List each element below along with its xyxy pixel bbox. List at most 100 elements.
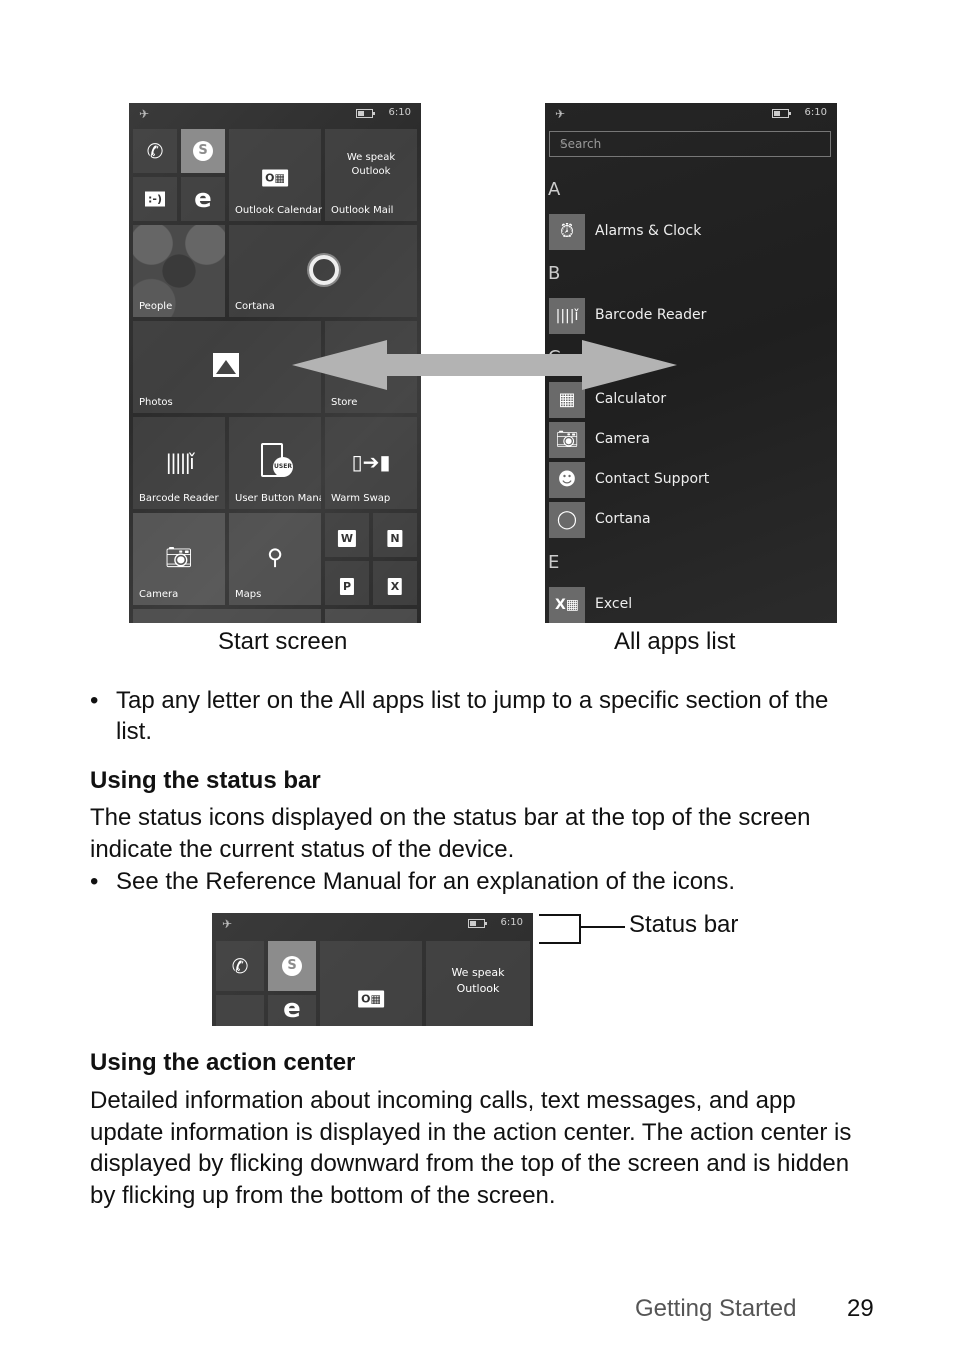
tile-label: Maps bbox=[235, 589, 262, 600]
warm-swap-icon: ▯➔▮ bbox=[351, 449, 391, 474]
tile-message: We speak Outlook bbox=[346, 152, 396, 177]
tile-label: User Button Mana bbox=[235, 493, 321, 504]
tile-label: Warm Swap bbox=[331, 493, 391, 504]
tile-label: Outlook Mail bbox=[331, 205, 394, 216]
status-bar: ✈ 6:10 bbox=[129, 103, 421, 125]
tile-outlook-mail[interactable]: We speak Outlook Outlook Mail bbox=[325, 129, 417, 221]
user-badge: USER bbox=[273, 457, 293, 477]
caption-start-screen: Start screen bbox=[218, 628, 348, 655]
tile-maps[interactable]: ⚲ Maps bbox=[229, 513, 321, 605]
paragraph-status-bar: The status icons displayed on the status… bbox=[90, 804, 811, 863]
tile-label: Camera bbox=[139, 589, 179, 600]
battery-icon bbox=[468, 919, 487, 928]
excel-icon: X▦ bbox=[549, 587, 585, 623]
tile-user-button-manager[interactable]: USER User Button Mana bbox=[229, 417, 321, 509]
tile-edge[interactable]: e bbox=[181, 177, 225, 221]
app-name: Calculator bbox=[595, 391, 667, 407]
camera-icon: 📷︎ bbox=[549, 422, 585, 458]
status-time: 6:10 bbox=[804, 107, 827, 118]
tile-skype[interactable]: S bbox=[268, 941, 316, 991]
search-icon: ⌕ bbox=[560, 136, 567, 149]
tile-message: We speak Outlook bbox=[451, 966, 505, 995]
app-item[interactable]: ☻ Contact Support bbox=[549, 462, 834, 498]
status-time: 6:10 bbox=[500, 917, 523, 928]
tile-phone[interactable]: ✆ bbox=[216, 941, 264, 991]
app-item[interactable]: X▦ Excel bbox=[549, 587, 834, 623]
barcode-icon: |||||ǐ bbox=[165, 449, 194, 474]
tile-onenote[interactable]: N bbox=[373, 513, 417, 557]
tile-label: Cortana bbox=[235, 301, 275, 312]
tile-label: Barcode Reader bbox=[139, 493, 219, 504]
tile-label: People bbox=[139, 301, 173, 312]
tile-messaging[interactable] bbox=[216, 995, 264, 1026]
section-letter-a[interactable]: A bbox=[548, 179, 560, 200]
contact-support-icon: ☻ bbox=[549, 462, 585, 498]
tile-messaging[interactable]: :-) bbox=[133, 177, 177, 221]
tile-outlook-calendar[interactable]: O▦ Outlook Calendar bbox=[229, 129, 323, 221]
app-item[interactable]: ||||ǐ Barcode Reader bbox=[549, 298, 834, 334]
cortana-icon bbox=[309, 255, 339, 285]
alarm-clock-icon: ⏰︎ bbox=[549, 214, 585, 250]
app-item[interactable]: 📷︎ Camera bbox=[549, 422, 834, 458]
caption-all-apps: All apps list bbox=[614, 628, 736, 655]
maps-icon: ⚲ bbox=[266, 545, 284, 571]
status-bar-callout-label: Status bar bbox=[629, 911, 739, 938]
footer-section: Getting Started bbox=[635, 1295, 797, 1322]
cortana-icon: ◯ bbox=[549, 502, 585, 538]
tile-label: Photos bbox=[139, 397, 173, 408]
section-letter-e[interactable]: E bbox=[548, 552, 559, 573]
status-bar: ✈ 6:10 bbox=[545, 103, 837, 125]
tile-camera[interactable]: 📷︎ Camera bbox=[133, 513, 225, 605]
tile-cortana[interactable]: Cortana bbox=[229, 225, 417, 317]
app-name: Excel bbox=[595, 596, 633, 612]
app-name: Barcode Reader bbox=[595, 307, 707, 323]
tile-people[interactable]: People bbox=[133, 225, 225, 317]
swipe-double-arrow bbox=[292, 340, 677, 390]
app-item[interactable]: ⏰︎ Alarms & Clock bbox=[549, 214, 834, 250]
photos-icon bbox=[213, 353, 239, 377]
barcode-icon: ||||ǐ bbox=[549, 298, 585, 334]
outlook-calendar-icon: O▦ bbox=[358, 980, 384, 1010]
battery-icon bbox=[356, 109, 375, 118]
excel-icon: X bbox=[387, 578, 403, 595]
word-icon: W bbox=[337, 530, 357, 547]
app-name: Camera bbox=[595, 431, 650, 447]
airplane-icon: ✈ bbox=[555, 107, 566, 121]
skype-icon: S bbox=[193, 141, 213, 161]
powerpoint-icon: P bbox=[339, 578, 355, 595]
bullet-text: See the Reference Manual for an explanat… bbox=[116, 868, 736, 895]
outlook-calendar-icon: O▦ bbox=[262, 159, 288, 189]
page-number: 29 bbox=[847, 1295, 874, 1322]
phone-icon: ✆ bbox=[231, 954, 249, 978]
tile-phone[interactable]: ✆ bbox=[133, 129, 177, 173]
skype-icon: S bbox=[282, 956, 302, 976]
status-bar-bracket bbox=[539, 914, 581, 944]
tile-edge[interactable]: e bbox=[268, 994, 316, 1026]
tile-word[interactable]: W bbox=[325, 513, 369, 557]
airplane-icon: ✈ bbox=[139, 107, 150, 121]
app-item[interactable]: ◯ Cortana bbox=[549, 502, 834, 538]
bullet-item: • Tap any letter on the All apps list to… bbox=[90, 685, 870, 747]
tile-outlook-calendar[interactable]: O▦ bbox=[320, 941, 422, 1026]
tile-outlook-mail[interactable]: We speak Outlook bbox=[426, 941, 530, 1026]
tile-partial[interactable] bbox=[325, 609, 417, 623]
status-time: 6:10 bbox=[388, 107, 411, 118]
section-letter-b[interactable]: B bbox=[548, 263, 560, 284]
tile-powerpoint[interactable]: P bbox=[325, 561, 369, 605]
status-bar-leader-line bbox=[581, 926, 625, 928]
tile-warm-swap[interactable]: ▯➔▮ Warm Swap bbox=[325, 417, 417, 509]
bullet-dot: • bbox=[90, 868, 99, 895]
heading-status-bar: Using the status bar bbox=[90, 767, 321, 794]
tile-label: Store bbox=[331, 397, 358, 408]
tile-skype[interactable]: S bbox=[181, 129, 225, 173]
tile-partial[interactable] bbox=[133, 609, 321, 623]
edge-icon: e bbox=[194, 184, 212, 214]
tile-label: Outlook Calendar bbox=[235, 205, 323, 216]
onenote-icon: N bbox=[387, 530, 403, 547]
tile-excel[interactable]: X bbox=[373, 561, 417, 605]
heading-action-center: Using the action center bbox=[90, 1049, 356, 1076]
search-input[interactable]: Search ⌕ bbox=[549, 131, 831, 157]
bullet-item: • See the Reference Manual for an explan… bbox=[90, 866, 870, 897]
camera-icon: 📷︎ bbox=[165, 545, 193, 571]
tile-barcode-reader[interactable]: |||||ǐ Barcode Reader bbox=[133, 417, 225, 509]
